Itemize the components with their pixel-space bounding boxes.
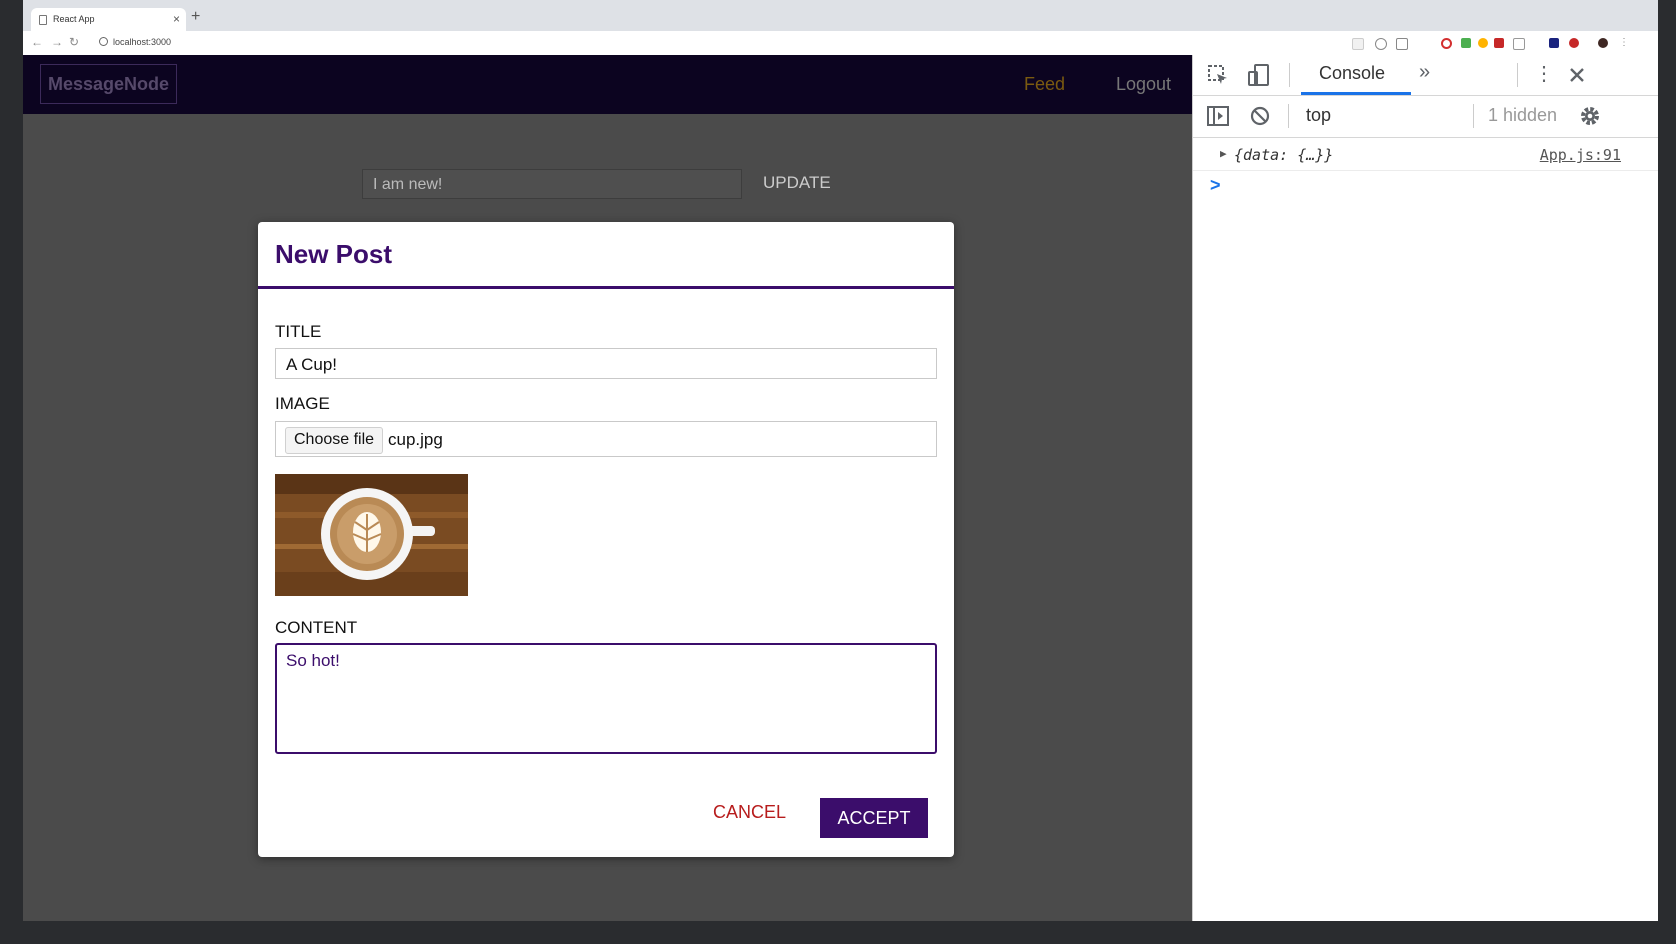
device-toolbar-icon[interactable] (1247, 63, 1271, 87)
url-text: localhost:3000 (113, 37, 172, 47)
extension-opera-icon[interactable] (1441, 38, 1452, 49)
browser-tab-bar: React App × + (23, 0, 1658, 31)
image-label: IMAGE (275, 394, 330, 413)
settings-gear-icon[interactable] (1578, 104, 1602, 128)
console-log-entry[interactable]: ▶ {data: {…}} App.js:91 (1193, 138, 1658, 171)
browser-tab-title: React App (53, 14, 95, 24)
image-preview (275, 474, 468, 596)
toolbar-separator (1288, 104, 1289, 128)
clear-console-icon[interactable] (1250, 106, 1270, 126)
toolbar-separator (1517, 63, 1518, 87)
app-logo[interactable]: MessageNode (40, 64, 177, 104)
browser-tab[interactable]: React App × (31, 8, 186, 31)
main-navigation: MessageNode Feed Logout (23, 55, 1192, 114)
content-label: CONTENT (275, 618, 358, 637)
image-file-input[interactable]: Choose file cup.jpg (275, 421, 937, 457)
devtools-menu-icon[interactable]: ⋮ (1534, 61, 1554, 86)
extension-red-icon[interactable] (1494, 38, 1504, 48)
more-tabs-icon[interactable]: » (1419, 61, 1430, 84)
extension-block-icon[interactable] (1569, 38, 1579, 48)
hidden-messages-count[interactable]: 1 hidden (1488, 105, 1557, 126)
screen: React App × + ← → ↻ localhost:3000 ⋮ Mes… (23, 0, 1658, 921)
extension-blue-icon[interactable] (1549, 38, 1559, 48)
active-tab-indicator (1301, 92, 1411, 95)
title-input[interactable]: A Cup! (275, 348, 937, 379)
app-page: MessageNode Feed Logout I am new! UPDATE… (23, 55, 1192, 921)
tab-console[interactable]: Console (1319, 63, 1385, 84)
coffee-cup-image (275, 474, 468, 596)
profile-avatar[interactable] (1598, 38, 1608, 48)
forward-arrow-icon[interactable]: → (51, 35, 63, 49)
info-icon (99, 37, 108, 46)
back-arrow-icon[interactable]: ← (31, 35, 43, 49)
new-post-modal: New Post TITLE A Cup! IMAGE Choose file … (258, 222, 954, 857)
extension-yellow-icon[interactable] (1478, 38, 1488, 48)
tab-close-icon[interactable]: × (173, 12, 180, 26)
title-label: TITLE (275, 322, 322, 341)
sidebar-toggle-icon[interactable] (1207, 106, 1229, 126)
reload-icon[interactable]: ↻ (69, 35, 79, 49)
close-icon[interactable] (1568, 66, 1586, 84)
update-button[interactable]: UPDATE (763, 173, 831, 193)
log-source-link[interactable]: App.js:91 (1540, 146, 1621, 164)
console-prompt-icon[interactable]: > (1210, 175, 1221, 196)
content-textarea[interactable]: So hot! (275, 643, 937, 754)
star-icon[interactable] (1396, 38, 1408, 50)
extension-filter-icon[interactable] (1513, 38, 1525, 50)
selected-file-name: cup.jpg (388, 430, 443, 449)
toolbar-separator (1289, 63, 1290, 87)
expand-triangle-icon[interactable]: ▶ (1220, 147, 1227, 160)
toolbar-separator (1473, 104, 1474, 128)
element-picker-icon[interactable] (1207, 64, 1229, 86)
nav-logout-link[interactable]: Logout (1116, 74, 1171, 95)
console-toolbar: top 1 hidden (1193, 96, 1658, 138)
status-input[interactable]: I am new! (362, 169, 742, 199)
zoom-icon[interactable] (1375, 38, 1387, 50)
context-selector[interactable]: top (1306, 105, 1331, 126)
choose-file-button[interactable]: Choose file (285, 427, 384, 454)
devtools-toolbar: Console » ⋮ (1193, 55, 1658, 96)
accept-button[interactable]: ACCEPT (820, 798, 928, 838)
menu-dots-icon[interactable]: ⋮ (1619, 37, 1629, 48)
address-bar: ← → ↻ localhost:3000 ⋮ (23, 31, 1658, 56)
extension-green-icon[interactable] (1461, 38, 1471, 48)
logged-object[interactable]: {data: {…}} (1234, 146, 1333, 164)
devtools-panel: Console » ⋮ top 1 hidden ▶ {data: {…}} A… (1192, 55, 1658, 921)
nav-feed-link[interactable]: Feed (1024, 74, 1065, 95)
modal-title: New Post (275, 239, 393, 269)
bookmark-key-icon[interactable] (1352, 38, 1364, 50)
page-favicon-icon (39, 15, 47, 25)
modal-divider (258, 286, 954, 289)
new-tab-icon[interactable]: + (191, 8, 200, 26)
url-field[interactable]: localhost:3000 (99, 37, 171, 47)
cancel-button[interactable]: CANCEL (713, 802, 786, 823)
